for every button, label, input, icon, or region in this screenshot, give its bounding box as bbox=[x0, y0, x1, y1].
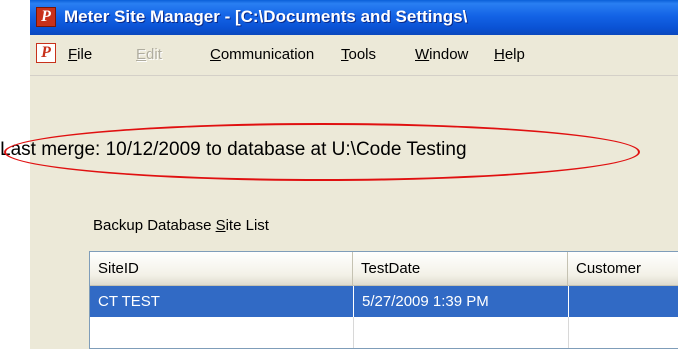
site-list-view[interactable]: SiteID TestDate Customer CT TEST 5/27/20… bbox=[89, 251, 678, 349]
menu-window-label: indow bbox=[429, 46, 469, 63]
backup-label-pre: Backup Database bbox=[93, 217, 216, 234]
column-divider bbox=[568, 317, 569, 348]
menu-bar: P File Edit Communication Tools Window H… bbox=[30, 35, 678, 76]
empty-row bbox=[90, 317, 678, 348]
menu-tools-label: ools bbox=[348, 46, 377, 63]
menu-file-mnemonic: F bbox=[68, 46, 78, 63]
menu-window[interactable]: Window bbox=[415, 46, 468, 63]
backup-label-post: ite List bbox=[225, 217, 269, 234]
cell-customer bbox=[568, 286, 678, 317]
menu-edit-mnemonic: E bbox=[136, 46, 147, 63]
column-header-testdate[interactable]: TestDate bbox=[353, 252, 568, 285]
column-header-siteid[interactable]: SiteID bbox=[90, 252, 353, 285]
cell-testdate: 5/27/2009 1:39 PM bbox=[353, 286, 568, 317]
window-title: Meter Site Manager - [C:\Documents and S… bbox=[64, 7, 468, 26]
menu-communication-label: ommunication bbox=[220, 46, 315, 63]
menu-help[interactable]: Help bbox=[494, 46, 525, 63]
column-header-customer[interactable]: Customer bbox=[568, 252, 678, 285]
list-header: SiteID TestDate Customer bbox=[90, 252, 678, 286]
menu-file-label: ile bbox=[77, 46, 93, 63]
cell-siteid: CT TEST bbox=[98, 293, 160, 310]
app-logo-icon[interactable]: P bbox=[36, 7, 56, 27]
menu-communication[interactable]: Communication bbox=[210, 46, 314, 63]
column-divider bbox=[353, 317, 354, 348]
menu-communication-mnemonic: C bbox=[210, 46, 221, 63]
menu-edit-label: dit bbox=[146, 46, 162, 63]
backup-site-list-label: Backup Database Site List bbox=[93, 217, 269, 234]
last-merge-status: Last merge: 10/12/2009 to database at U:… bbox=[0, 139, 467, 160]
menu-tools[interactable]: Tools bbox=[341, 46, 376, 63]
document-logo-icon[interactable]: P bbox=[36, 43, 56, 63]
menu-window-mnemonic: W bbox=[415, 46, 430, 63]
menu-edit[interactable]: Edit bbox=[136, 46, 162, 63]
menu-file[interactable]: File bbox=[68, 46, 92, 63]
title-bar[interactable]: P Meter Site Manager - [C:\Documents and… bbox=[30, 0, 678, 35]
table-row[interactable]: CT TEST 5/27/2009 1:39 PM bbox=[90, 286, 678, 317]
app-window: P Meter Site Manager - [C:\Documents and… bbox=[30, 0, 678, 349]
menu-help-mnemonic: H bbox=[494, 46, 505, 63]
backup-label-mnemonic: S bbox=[215, 217, 226, 234]
menu-help-label: elp bbox=[504, 46, 525, 63]
menu-tools-mnemonic: T bbox=[341, 46, 349, 63]
